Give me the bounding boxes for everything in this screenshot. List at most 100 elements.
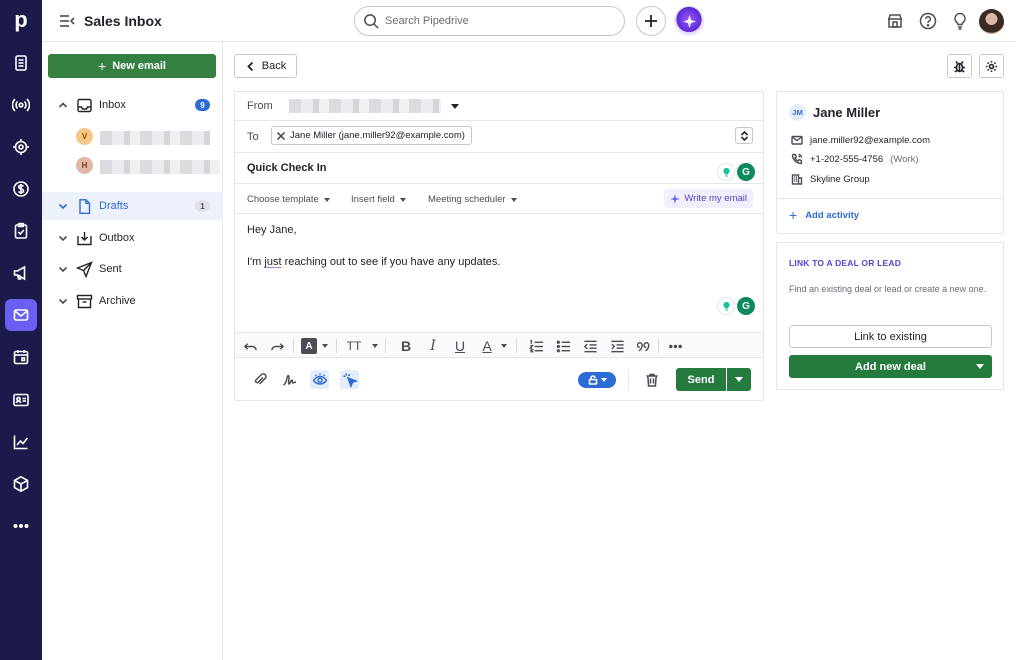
from-label: From (247, 100, 273, 112)
text-style-icon[interactable]: A (301, 338, 317, 354)
click-tracking-icon[interactable] (340, 370, 359, 389)
redo-icon[interactable] (269, 338, 285, 354)
signature-icon[interactable] (280, 370, 299, 389)
send-options-button[interactable] (727, 368, 751, 391)
lightbulb-icon[interactable] (717, 297, 735, 315)
caret-down-icon[interactable] (501, 344, 507, 348)
caret-down-icon (735, 377, 743, 382)
new-email-button[interactable]: + New email (48, 54, 216, 78)
add-activity-link[interactable]: + Add activity (789, 207, 859, 223)
grammarly-icon[interactable]: G (737, 297, 755, 315)
contact-org-row[interactable]: Skyline Group (791, 173, 870, 185)
dollar-icon[interactable] (5, 173, 37, 205)
more-icon[interactable] (667, 338, 683, 354)
folder-sent[interactable]: Sent (42, 255, 223, 283)
quick-add-button[interactable] (636, 6, 666, 36)
write-my-email-button[interactable]: Write my email (664, 189, 753, 208)
target-icon[interactable] (5, 131, 37, 163)
chevron-up-icon[interactable] (57, 99, 69, 111)
contact-email[interactable]: jane.miller92@example.com (810, 135, 930, 146)
calendar-icon[interactable] (5, 341, 37, 373)
leads-icon[interactable] (5, 47, 37, 79)
indent-icon[interactable] (609, 338, 625, 354)
chevron-down-icon[interactable] (57, 200, 69, 212)
add-deal-options-button[interactable] (968, 355, 992, 378)
global-search[interactable] (354, 6, 625, 36)
ai-assistant-button[interactable] (674, 6, 704, 36)
outdent-icon[interactable] (582, 338, 598, 354)
pipedrive-logo[interactable]: p (0, 0, 42, 40)
folder-drafts[interactable]: Drafts 1 (42, 192, 223, 220)
back-label: Back (261, 60, 287, 72)
phone-icon (791, 153, 803, 165)
add-new-deal-button[interactable]: Add new deal (789, 355, 992, 378)
megaphone-icon[interactable] (5, 257, 37, 289)
product-icon[interactable] (5, 468, 37, 500)
attach-icon[interactable] (250, 370, 269, 389)
caret-down-icon[interactable] (372, 344, 378, 348)
spellcheck-underlined-word[interactable]: just (264, 256, 281, 268)
meeting-scheduler-dropdown[interactable]: Meeting scheduler (428, 194, 517, 205)
user-avatar[interactable] (979, 9, 1004, 34)
marketplace-icon[interactable] (885, 11, 905, 31)
bug-report-button[interactable] (947, 54, 972, 78)
expand-recipients-button[interactable] (735, 127, 753, 144)
link-to-existing-button[interactable]: Link to existing (789, 325, 992, 348)
bold-icon[interactable]: B (398, 338, 414, 354)
bullet-list-icon[interactable] (555, 338, 571, 354)
email-body-line[interactable]: I'm just reaching out to see if you have… (247, 256, 500, 268)
grammarly-icon[interactable]: G (737, 163, 755, 181)
tasks-icon[interactable] (5, 215, 37, 247)
close-icon[interactable] (277, 132, 285, 140)
chart-icon[interactable] (5, 426, 37, 458)
contact-phone-row[interactable]: +1-202-555-4756 (Work) (791, 153, 919, 165)
grammarly-widget[interactable]: G (717, 163, 755, 181)
mail-icon[interactable] (5, 299, 37, 331)
text-color-icon[interactable]: A (479, 338, 495, 354)
contact-name[interactable]: Jane Miller (813, 105, 880, 120)
search-input[interactable] (385, 12, 615, 30)
email-body-greeting[interactable]: Hey Jane, (247, 224, 297, 236)
more-icon[interactable] (5, 510, 37, 542)
link-tracking-toggle[interactable] (578, 372, 616, 388)
inbox-account[interactable]: V (42, 123, 223, 151)
caret-down-icon[interactable] (322, 344, 328, 348)
collapse-menu-icon[interactable] (58, 12, 76, 30)
from-row[interactable]: From (235, 92, 763, 121)
back-button[interactable]: Back (234, 54, 297, 78)
contact-phone[interactable]: +1-202-555-4756 (810, 154, 883, 165)
italic-icon[interactable]: I (425, 338, 441, 354)
to-row[interactable]: To Jane Miller (jane.miller92@example.co… (235, 121, 763, 153)
numbered-list-icon[interactable] (528, 338, 544, 354)
lightbulb-icon[interactable] (950, 11, 970, 31)
recipient-chip[interactable]: Jane Miller (jane.miller92@example.com) (271, 126, 472, 145)
choose-template-dropdown[interactable]: Choose template (247, 194, 330, 205)
inbox-account[interactable]: H (42, 152, 223, 180)
chevron-down-icon[interactable] (57, 232, 69, 244)
trash-icon[interactable] (642, 370, 661, 389)
underline-icon[interactable]: U (452, 338, 468, 354)
send-icon (75, 260, 93, 278)
grammarly-widget[interactable]: G (717, 297, 755, 315)
font-size-icon[interactable]: TT (346, 338, 362, 354)
folder-outbox[interactable]: Outbox (42, 224, 223, 252)
contact-email-row[interactable]: jane.miller92@example.com (791, 134, 930, 146)
caret-down-icon[interactable] (451, 104, 459, 109)
send-button[interactable]: Send (676, 368, 726, 391)
settings-button[interactable] (979, 54, 1004, 78)
tracking-eye-icon[interactable] (310, 370, 329, 389)
chevron-down-icon[interactable] (57, 263, 69, 275)
undo-icon[interactable] (242, 338, 258, 354)
broadcast-icon[interactable] (5, 89, 37, 121)
lightbulb-icon[interactable] (717, 163, 735, 181)
contact-organization[interactable]: Skyline Group (810, 174, 870, 185)
help-icon[interactable] (918, 11, 938, 31)
folder-inbox[interactable]: Inbox 9 (42, 91, 223, 119)
folder-archive[interactable]: Archive (42, 287, 223, 315)
contacts-icon[interactable] (5, 384, 37, 416)
subject-field[interactable]: Quick Check In (247, 162, 326, 174)
insert-field-dropdown[interactable]: Insert field (351, 194, 406, 205)
subject-row[interactable]: Quick Check In G (235, 153, 763, 184)
quote-icon[interactable] (636, 338, 652, 354)
chevron-down-icon[interactable] (57, 295, 69, 307)
